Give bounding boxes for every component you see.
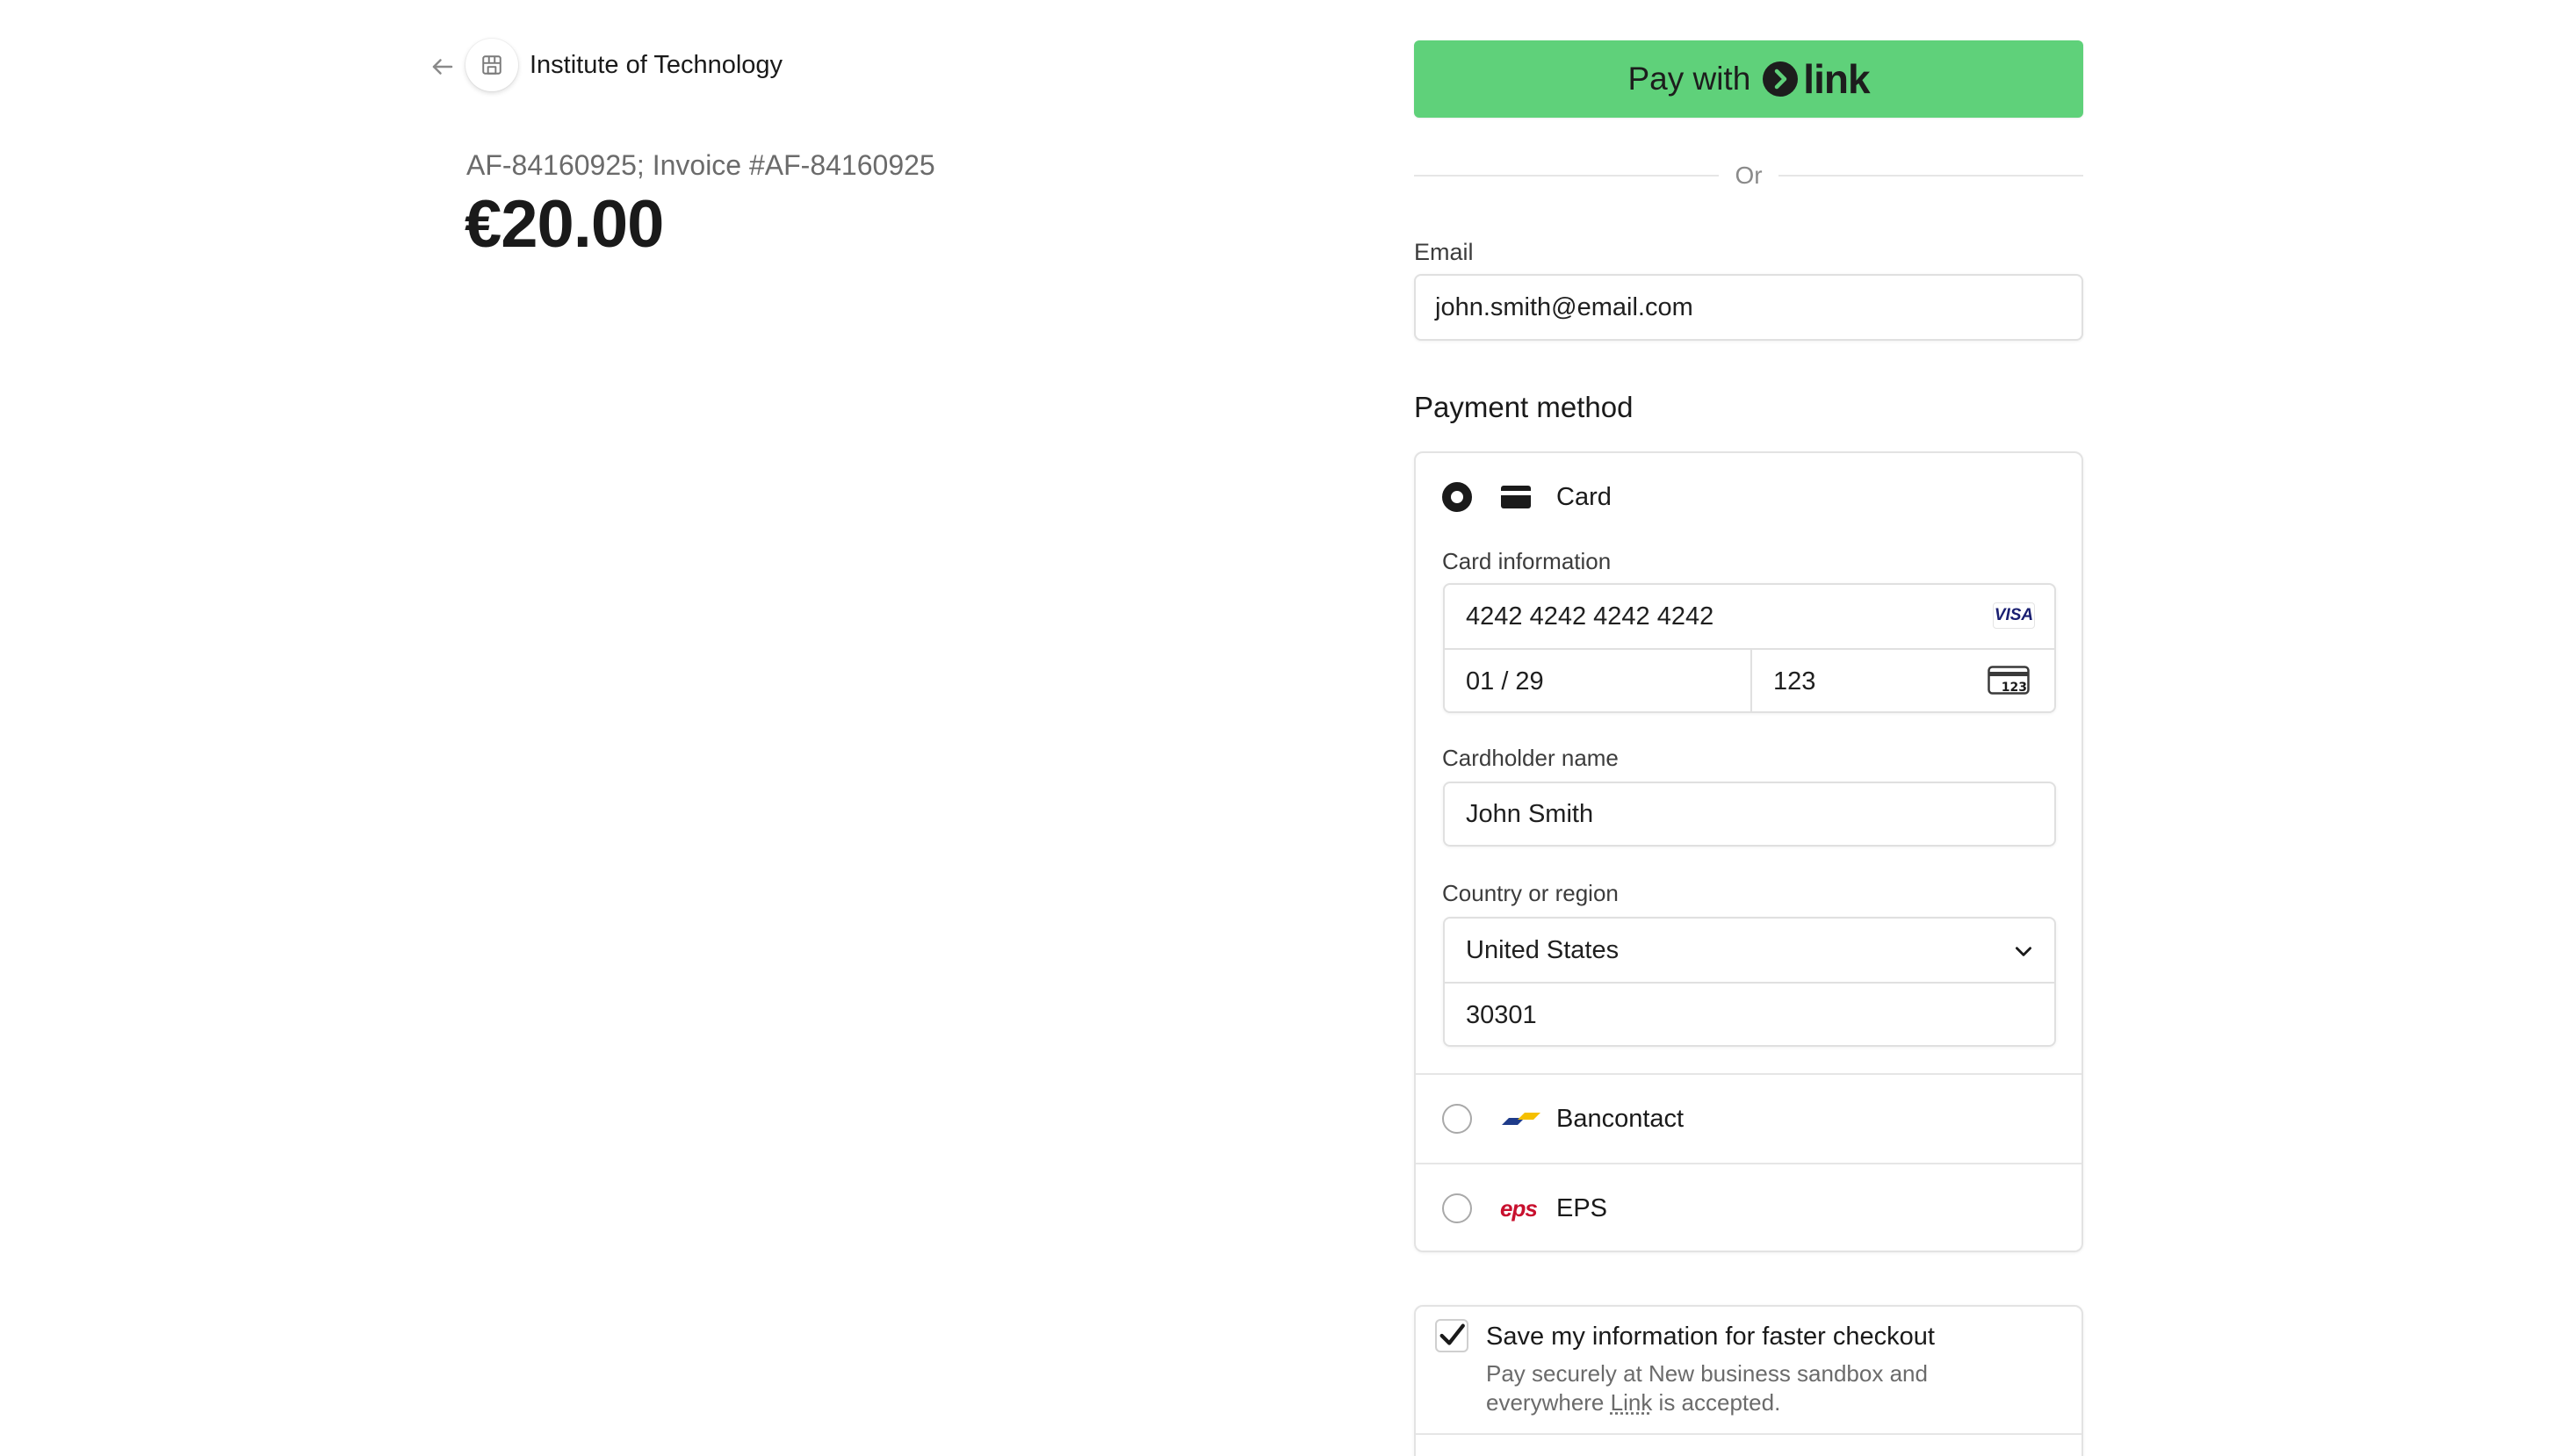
pay-with-label: Pay with <box>1627 61 1751 97</box>
order-summary-pane: Institute of Technology AF-84160925; Inv… <box>0 0 1273 1456</box>
save-info-description: Pay securely at New business sandbox and… <box>1486 1359 1978 1417</box>
country-value: United States <box>1466 935 1620 964</box>
or-text: Or <box>1735 162 1763 189</box>
card-radio[interactable] <box>1442 482 1472 512</box>
save-info-separator <box>1416 1433 2081 1435</box>
link-brand-text: link <box>1803 56 1870 102</box>
total-amount: €20.00 <box>465 187 664 262</box>
divider-line-right <box>1778 175 2084 177</box>
card-number-input[interactable]: 4242 4242 4242 4242 <box>1445 585 1972 648</box>
cardholder-name-label: Cardholder name <box>1442 745 1619 771</box>
storefront-icon <box>482 55 501 75</box>
expiry-value: 01 / 29 <box>1466 667 1544 696</box>
country-region-label: Country or region <box>1442 880 1619 906</box>
checkmark-icon <box>1439 1323 1465 1345</box>
postal-code-input[interactable]: 30301 <box>1445 984 2054 1045</box>
eps-radio[interactable] <box>1442 1193 1472 1223</box>
eps-logo-text: eps <box>1500 1194 1538 1222</box>
bancontact-label: Bancontact <box>1556 1104 1685 1133</box>
payment-option-card[interactable]: Card <box>1416 453 2081 541</box>
save-info-checkbox[interactable] <box>1435 1319 1468 1352</box>
cardholder-name-field[interactable]: John Smith <box>1445 783 2054 845</box>
eps-label: EPS <box>1556 1193 1608 1222</box>
link-learn-more[interactable]: Link <box>1611 1389 1653 1416</box>
visa-brand-icon: VISA <box>1993 602 2035 629</box>
cvc-value: 123 <box>1773 667 1816 696</box>
payment-method-title: Payment method <box>1414 391 1634 423</box>
invoice-description: AF-84160925; Invoice #AF-84160925 <box>466 149 935 181</box>
card-icon <box>1500 485 1532 509</box>
pay-with-link-button[interactable]: Pay with link <box>1414 40 2083 118</box>
save-info-box: Save my information for faster checkout … <box>1414 1305 2083 1456</box>
eps-icon: eps <box>1500 1194 1538 1222</box>
save-info-title: Save my information for faster checkout <box>1486 1323 1935 1351</box>
card-information-group: 4242 4242 4242 4242 VISA 01 / 29 123 123 <box>1443 583 2056 713</box>
email-value: john.smith@email.com <box>1435 292 1693 321</box>
email-input[interactable]: john.smith@email.com <box>1414 274 2083 341</box>
cardholder-name-input[interactable]: John Smith <box>1443 782 2056 847</box>
bancontact-icon <box>1500 1107 1542 1130</box>
email-label: Email <box>1414 239 1474 265</box>
merchant-name: Institute of Technology <box>530 51 783 79</box>
bancontact-radio[interactable] <box>1442 1104 1472 1134</box>
payment-option-bancontact[interactable]: Bancontact <box>1416 1075 2081 1163</box>
expiry-input[interactable]: 01 / 29 <box>1445 650 1750 711</box>
postal-code-value: 30301 <box>1466 1000 1537 1029</box>
divider-line-left <box>1414 175 1720 177</box>
cardholder-name-value: John Smith <box>1466 799 1594 828</box>
payment-method-list: Card Card information 4242 4242 4242 424… <box>1414 451 2083 1252</box>
or-divider: Or <box>1414 158 2084 193</box>
cvc-card-icon: 123 <box>1988 666 2030 696</box>
chevron-down-icon <box>2012 940 2035 967</box>
card-label: Card <box>1556 482 1612 511</box>
link-chevron-icon <box>1763 61 1799 97</box>
address-group: United States 30301 <box>1443 917 2056 1047</box>
link-logo: link <box>1763 55 1871 103</box>
save-info-desc-suffix: is accepted. <box>1652 1389 1781 1416</box>
country-select[interactable]: United States <box>1445 919 2054 982</box>
back-button[interactable] <box>425 49 460 84</box>
payment-option-eps[interactable]: eps EPS <box>1416 1164 2081 1252</box>
merchant-logo <box>465 39 518 91</box>
card-number-value: 4242 4242 4242 4242 <box>1466 602 1714 631</box>
cvc-icon-text: 123 <box>2001 681 2027 695</box>
card-information-label: Card information <box>1442 548 1612 574</box>
arrow-left-icon <box>432 59 453 75</box>
